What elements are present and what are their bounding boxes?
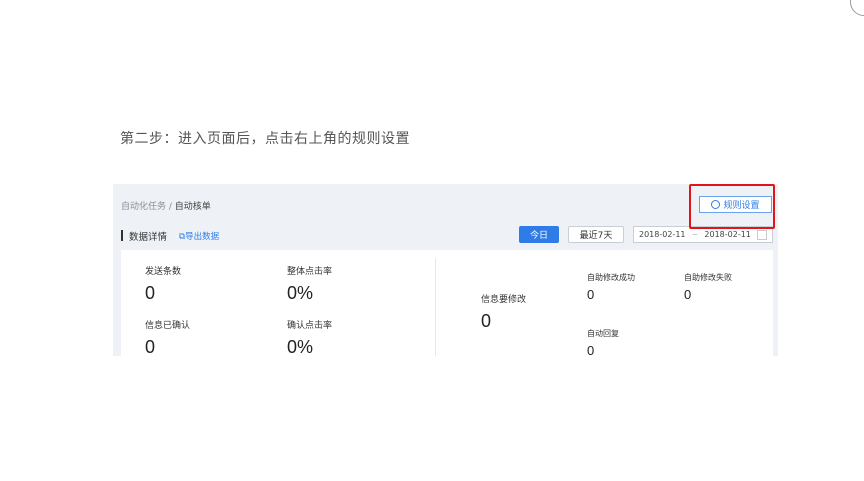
metric-value: 0% [287, 337, 314, 356]
date-to: 2018-02-11 [704, 230, 751, 239]
today-button[interactable]: 今日 [519, 226, 559, 243]
metric-value: 0% [287, 283, 314, 303]
corner-arc-decoration [850, 0, 864, 16]
metric-value: 0 [684, 287, 692, 302]
metric-info-to-modify: 信息要修改 0 [481, 292, 526, 332]
metric-label: 确认点击率 [287, 321, 333, 331]
export-data-link[interactable]: ⧉导出数据 [179, 230, 219, 242]
metric-value: 0 [145, 283, 156, 303]
breadcrumb-current: 自动核单 [174, 202, 211, 212]
metric-label: 发送条数 [145, 267, 182, 277]
metric-auto-modify-success: 自助修改成功 0 [587, 272, 635, 302]
metric-value: 0 [481, 311, 492, 331]
date-separator: ~ [691, 230, 699, 239]
metric-label: 自助修改失败 [684, 273, 732, 282]
panel-divider [435, 258, 436, 356]
highlight-box [689, 184, 775, 229]
breadcrumb-parent[interactable]: 自动化任务 / [121, 202, 175, 212]
metric-confirm-ctr: 确认点击率 0% [287, 318, 332, 356]
stats-panel: 发送条数 0 整体点击率 0% 信息已确认 0 确认点击率 0% 信息要修改 0… [121, 250, 773, 356]
last-7-days-button[interactable]: 最近7天 [568, 226, 624, 243]
metric-value: 0 [587, 343, 595, 356]
calendar-icon [756, 229, 767, 240]
metric-label: 信息要修改 [481, 295, 527, 305]
metric-label: 整体点击率 [287, 267, 333, 277]
metric-overall-ctr: 整体点击率 0% [287, 264, 332, 304]
breadcrumb: 自动化任务 / 自动核单 [121, 199, 211, 212]
step-instruction: 第二步：进入页面后，点击右上角的规则设置 [120, 131, 410, 147]
metric-auto-modify-fail: 自助修改失败 0 [684, 272, 732, 302]
metric-sent-count: 发送条数 0 [145, 264, 181, 304]
metric-info-confirmed: 信息已确认 0 [145, 318, 190, 356]
date-from: 2018-02-11 [639, 230, 686, 239]
metric-label: 自助修改成功 [587, 273, 635, 282]
section-title: 数据详情 [129, 232, 168, 243]
metric-auto-reply: 自动回复 0 [587, 328, 619, 356]
metric-label: 信息已确认 [145, 321, 191, 331]
app-screenshot: 自动化任务 / 自动核单 规则设置 数据详情 ⧉导出数据 今日 最近7天 201… [113, 184, 778, 356]
metric-value: 0 [145, 337, 156, 356]
metric-value: 0 [587, 287, 595, 302]
metric-label: 自动回复 [587, 329, 619, 338]
section-accent-bar [121, 230, 123, 241]
